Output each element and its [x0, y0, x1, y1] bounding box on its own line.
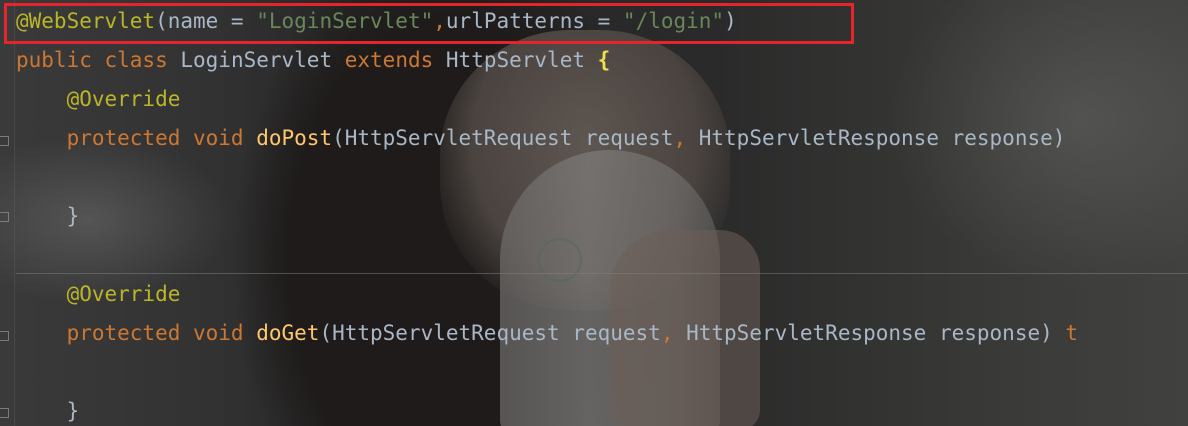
fold-marker-icon[interactable] [0, 212, 9, 222]
code-token: } [16, 204, 80, 228]
code-token: doPost [256, 126, 333, 150]
code-token: HttpServletResponse response) [698, 126, 1079, 150]
code-token: @Override [16, 87, 181, 111]
code-line-override-annotation-2[interactable]: @Override [16, 279, 181, 309]
code-token: protected void [16, 321, 257, 345]
code-token: (HttpServletRequest request [332, 126, 674, 150]
code-token: doGet [256, 321, 320, 345]
fold-marker-icon[interactable] [0, 136, 9, 146]
code-token: , [660, 321, 687, 345]
code-line-doget-signature[interactable]: protected void doGet(HttpServletRequest … [16, 318, 1079, 348]
code-token: @Override [16, 282, 181, 306]
code-area[interactable]: @WebServlet(name = "LoginServlet",urlPat… [16, 0, 1188, 426]
code-token: t [1065, 321, 1079, 345]
code-line-class-declaration[interactable]: public class LoginServlet extends HttpSe… [16, 45, 610, 75]
code-token: extends [344, 48, 446, 72]
code-token: , [673, 126, 699, 150]
code-token: LoginServlet [180, 48, 345, 72]
code-token: { [597, 48, 611, 72]
annotation-highlight-box [4, 3, 854, 44]
code-token: HttpServlet [445, 48, 598, 72]
code-token: HttpServletResponse response) [686, 321, 1066, 345]
code-token: (HttpServletRequest request [319, 321, 661, 345]
code-line-dopost-close[interactable]: } [16, 201, 80, 231]
fold-marker-icon[interactable] [0, 331, 9, 341]
code-line-doget-close[interactable]: } [16, 396, 80, 426]
code-token: public class [16, 48, 181, 72]
code-token: protected void [16, 126, 257, 150]
code-token: } [16, 399, 80, 423]
code-line-dopost-signature[interactable]: protected void doPost(HttpServletRequest… [16, 123, 1078, 153]
code-line-override-annotation-1[interactable]: @Override [16, 84, 181, 114]
fold-marker-icon[interactable] [0, 408, 9, 418]
code-editor[interactable]: @WebServlet(name = "LoginServlet",urlPat… [0, 0, 1188, 426]
